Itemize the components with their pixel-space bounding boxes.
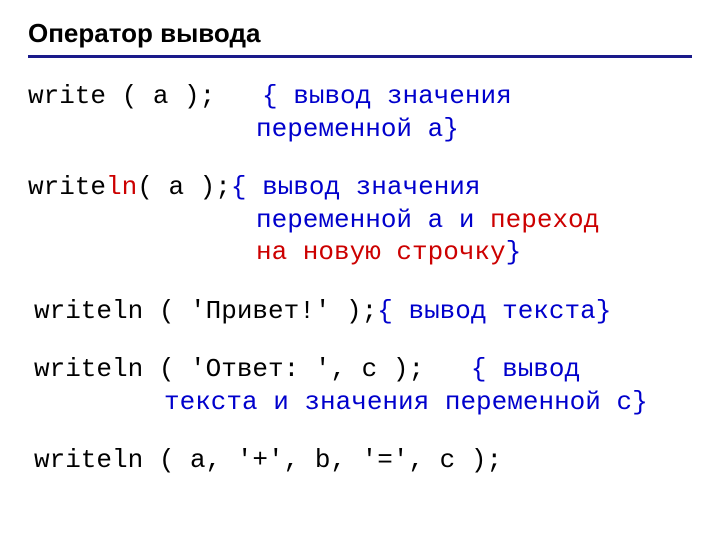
comment-line2c2: } (506, 237, 522, 267)
gap (424, 353, 471, 386)
example-writeln-text-var: writeln ( 'Ответ: ', c ); { вывод текста… (34, 353, 692, 418)
comment-line1b: переменной a} (256, 114, 459, 144)
example-write: write ( a ); { вывод значения переменной… (28, 80, 692, 145)
code-write: write (28, 171, 106, 204)
code-writeln-otvet: writeln ( 'Ответ: ', c ); (34, 353, 424, 386)
slide: Оператор вывода write ( a ); { вывод зна… (0, 0, 720, 540)
code-writeln-args: ( a ); (137, 171, 231, 204)
example-writeln: writeln ( a ); { вывод значения переменн… (28, 171, 692, 269)
comment-line4a: { вывод (471, 353, 580, 386)
code-writeln-abc: writeln ( a, '+', b, '=', c ); (34, 445, 502, 475)
code-writeln-privet: writeln ( 'Привет!' ); (34, 295, 377, 328)
comment-line3: { вывод текста} (377, 295, 611, 328)
example-writeln-text: writeln ( 'Привет!' ); { вывод текста} (34, 295, 692, 328)
example-writeln-expression: writeln ( a, '+', b, '=', c ); (34, 444, 692, 477)
gap (215, 80, 262, 113)
comment-line2b1: переменной a и (256, 205, 490, 235)
comment-line1a: { вывод значения (262, 80, 512, 113)
comment-line2a: { вывод значения (231, 171, 481, 204)
code-ln-suffix: ln (106, 171, 137, 204)
slide-title: Оператор вывода (28, 18, 692, 58)
code-write-a: write ( a ); (28, 80, 215, 113)
comment-line2b2: переход (490, 205, 599, 235)
comment-line4b: текста и значения переменной c} (164, 387, 648, 417)
comment-line2c1: на новую строчку (256, 237, 506, 267)
